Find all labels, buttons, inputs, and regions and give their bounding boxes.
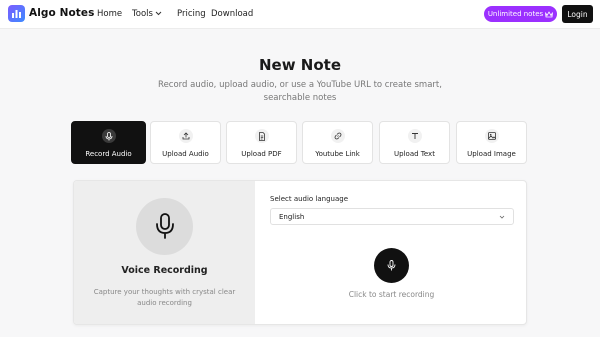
tab-upload-text[interactable]: Upload Text: [379, 121, 450, 164]
app-logo[interactable]: [8, 5, 25, 22]
tab-record-audio[interactable]: Record Audio: [71, 121, 146, 164]
tab-label: Record Audio: [85, 150, 132, 158]
unlimited-notes-label: Unlimited notes: [487, 10, 544, 18]
text-icon: [407, 129, 422, 143]
file-icon: [254, 129, 269, 143]
voice-recording-description: Capture your thoughts with crystal clear…: [93, 288, 236, 307]
language-select[interactable]: English: [270, 208, 514, 225]
tab-upload-image[interactable]: Upload Image: [456, 121, 527, 164]
tab-label: Upload Text: [394, 150, 435, 158]
crown-icon: [545, 10, 554, 17]
voice-recording-title: Voice Recording: [121, 265, 208, 276]
nav-tools[interactable]: Tools: [132, 9, 153, 19]
mic-icon: [136, 198, 193, 255]
start-recording-button[interactable]: [374, 248, 409, 283]
mic-icon: [101, 129, 116, 143]
nav-pricing[interactable]: Pricing: [177, 9, 206, 19]
login-button[interactable]: Login: [562, 5, 593, 23]
nav-home[interactable]: Home: [97, 9, 122, 19]
language-select-value: English: [279, 213, 305, 221]
tab-upload-pdf[interactable]: Upload PDF: [226, 121, 297, 164]
mic-icon: [387, 260, 396, 271]
language-label: Select audio language: [270, 195, 349, 203]
nav-download[interactable]: Download: [211, 9, 253, 19]
page-subtitle: Record audio, upload audio, or use a You…: [158, 80, 442, 103]
top-nav: Algo Notes Home Tools Pricing Download U…: [0, 0, 600, 29]
image-icon: [484, 129, 499, 143]
recording-hint: Click to start recording: [348, 290, 435, 299]
tab-label: Upload Audio: [162, 150, 209, 158]
chevron-down-icon[interactable]: [155, 10, 162, 17]
tab-label: Youtube Link: [315, 150, 360, 158]
brand-name[interactable]: Algo Notes: [29, 7, 95, 19]
recorder-card: Voice Recording Capture your thoughts wi…: [73, 180, 527, 325]
chevron-down-icon: [499, 215, 505, 219]
tab-label: Upload PDF: [241, 150, 282, 158]
link-icon: [330, 129, 345, 143]
tab-label: Upload Image: [467, 150, 516, 158]
unlimited-notes-button[interactable]: Unlimited notes: [484, 6, 557, 22]
upload-icon: [178, 129, 193, 143]
tab-youtube-link[interactable]: Youtube Link: [302, 121, 373, 164]
page-title: New Note: [258, 56, 341, 74]
tab-upload-audio[interactable]: Upload Audio: [150, 121, 221, 164]
voice-recording-panel: Voice Recording Capture your thoughts wi…: [74, 181, 255, 324]
